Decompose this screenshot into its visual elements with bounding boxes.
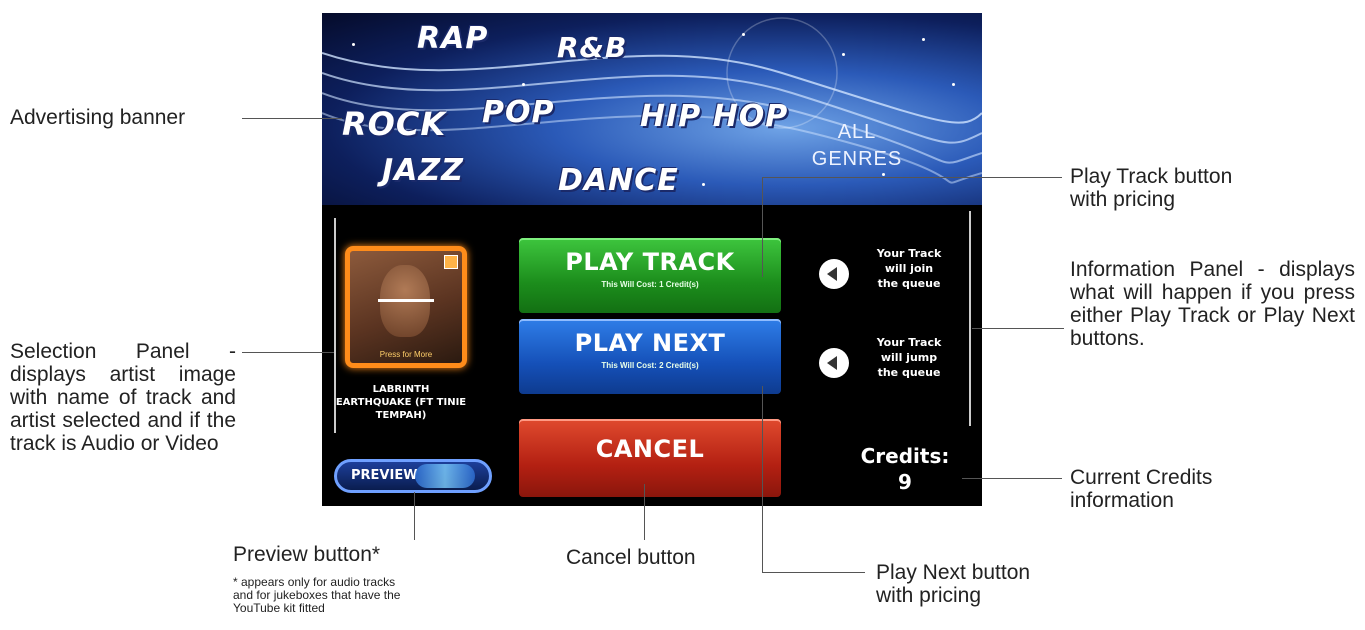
- annotation-cancel-button: Cancel button: [566, 546, 696, 569]
- genre-rap: RAP: [417, 21, 489, 56]
- genre-dance: DANCE: [558, 163, 679, 198]
- leader-line-preview: [414, 492, 415, 540]
- star: [352, 43, 355, 46]
- artist-glasses-graphic: [378, 289, 434, 302]
- all-genres-line2: GENRES: [811, 148, 903, 170]
- leader-line-info: [972, 328, 1064, 329]
- star: [922, 38, 925, 41]
- art-caption: Press for More: [379, 350, 433, 359]
- cancel-button[interactable]: CANCEL: [519, 419, 781, 497]
- leader-line-cancel: [644, 484, 645, 540]
- info-line: the queue: [877, 366, 941, 379]
- annotation-advertising: Advertising banner: [10, 106, 186, 129]
- annotation-preview-button: Preview button*: [233, 543, 381, 566]
- arrow-left-icon: [819, 259, 849, 289]
- preview-label: PREVIEW: [351, 468, 418, 483]
- leader-line-credits: [962, 478, 1062, 479]
- play-track-button[interactable]: PLAY TRACK This Will Cost: 1 Credit(s): [519, 238, 781, 313]
- credits-label: Credits:: [860, 444, 950, 468]
- info-line: the queue: [877, 277, 941, 290]
- track-title-cont: TEMPAH): [375, 410, 427, 421]
- cancel-label: CANCEL: [595, 435, 705, 463]
- info-line: Your Track: [876, 336, 942, 349]
- leader-line-play-track-h: [762, 177, 1062, 178]
- artist-image[interactable]: Press for More: [345, 246, 467, 368]
- play-track-label: PLAY TRACK: [565, 248, 735, 276]
- play-track-cost: This Will Cost: 1 Credit(s): [601, 280, 699, 289]
- genre-hiphop: HIP HOP: [640, 99, 789, 134]
- genre-rock: ROCK: [342, 105, 447, 143]
- star: [842, 53, 845, 56]
- info-row-play-next: Your Track will jump the queue: [819, 335, 964, 395]
- genre-rnb: R&B: [557, 31, 628, 64]
- genre-jazz: JAZZ: [382, 153, 464, 188]
- star: [702, 183, 705, 186]
- arrow-left-icon: [819, 348, 849, 378]
- leader-line-play-track-v: [762, 177, 763, 277]
- artist-name: LABRINTH: [372, 384, 430, 395]
- preview-button[interactable]: PREVIEW: [334, 459, 492, 493]
- leader-line-advertising: [242, 118, 342, 119]
- info-line: will join: [884, 262, 934, 275]
- youtube-kit-logo-icon: [415, 464, 475, 488]
- credits-value: 9: [898, 470, 912, 494]
- annotation-preview-note: * appears only for audio tracks and for …: [233, 575, 401, 615]
- annotation-play-track-button: Play Track button with pricing: [1070, 165, 1233, 211]
- credits-display: Credits: 9: [850, 443, 960, 495]
- leader-line-play-next-v: [762, 386, 763, 572]
- leader-line-play-next-h: [762, 572, 865, 573]
- annotation-current-credits: Current Credits information: [1070, 466, 1213, 512]
- leader-line-selection: [242, 352, 334, 353]
- jukebox-screen: RAP R&B ROCK POP HIP HOP JAZZ DANCE ALL …: [322, 13, 982, 506]
- all-genres-label: ALL GENRES: [807, 119, 907, 173]
- all-genres-line1: ALL: [837, 121, 877, 143]
- star: [952, 83, 955, 86]
- star: [742, 33, 745, 36]
- star: [882, 173, 885, 176]
- info-line: Your Track: [876, 247, 942, 260]
- info-text-join: Your Track will join the queue: [869, 246, 949, 291]
- genre-pop: POP: [482, 95, 555, 130]
- track-artist-info: LABRINTH EARTHQUAKE (FT TINIE TEMPAH): [330, 383, 472, 422]
- info-text-jump: Your Track will jump the queue: [869, 335, 949, 380]
- annotation-play-next-button: Play Next button with pricing: [876, 561, 1031, 607]
- annotation-info-panel: Information Panel - displays what will h…: [1070, 258, 1355, 350]
- annotation-selection-panel: Selection Panel - displays artist image …: [10, 340, 236, 455]
- track-title: EARTHQUAKE (FT TINIE: [335, 397, 467, 408]
- info-line: will jump: [880, 351, 938, 364]
- info-row-play-track: Your Track will join the queue: [819, 246, 964, 306]
- play-next-button[interactable]: PLAY NEXT This Will Cost: 2 Credit(s): [519, 319, 781, 394]
- media-type-icon: [444, 255, 458, 269]
- star: [522, 83, 525, 86]
- play-next-label: PLAY NEXT: [574, 329, 726, 357]
- play-next-cost: This Will Cost: 2 Credit(s): [601, 361, 699, 370]
- info-panel-divider: [969, 211, 971, 426]
